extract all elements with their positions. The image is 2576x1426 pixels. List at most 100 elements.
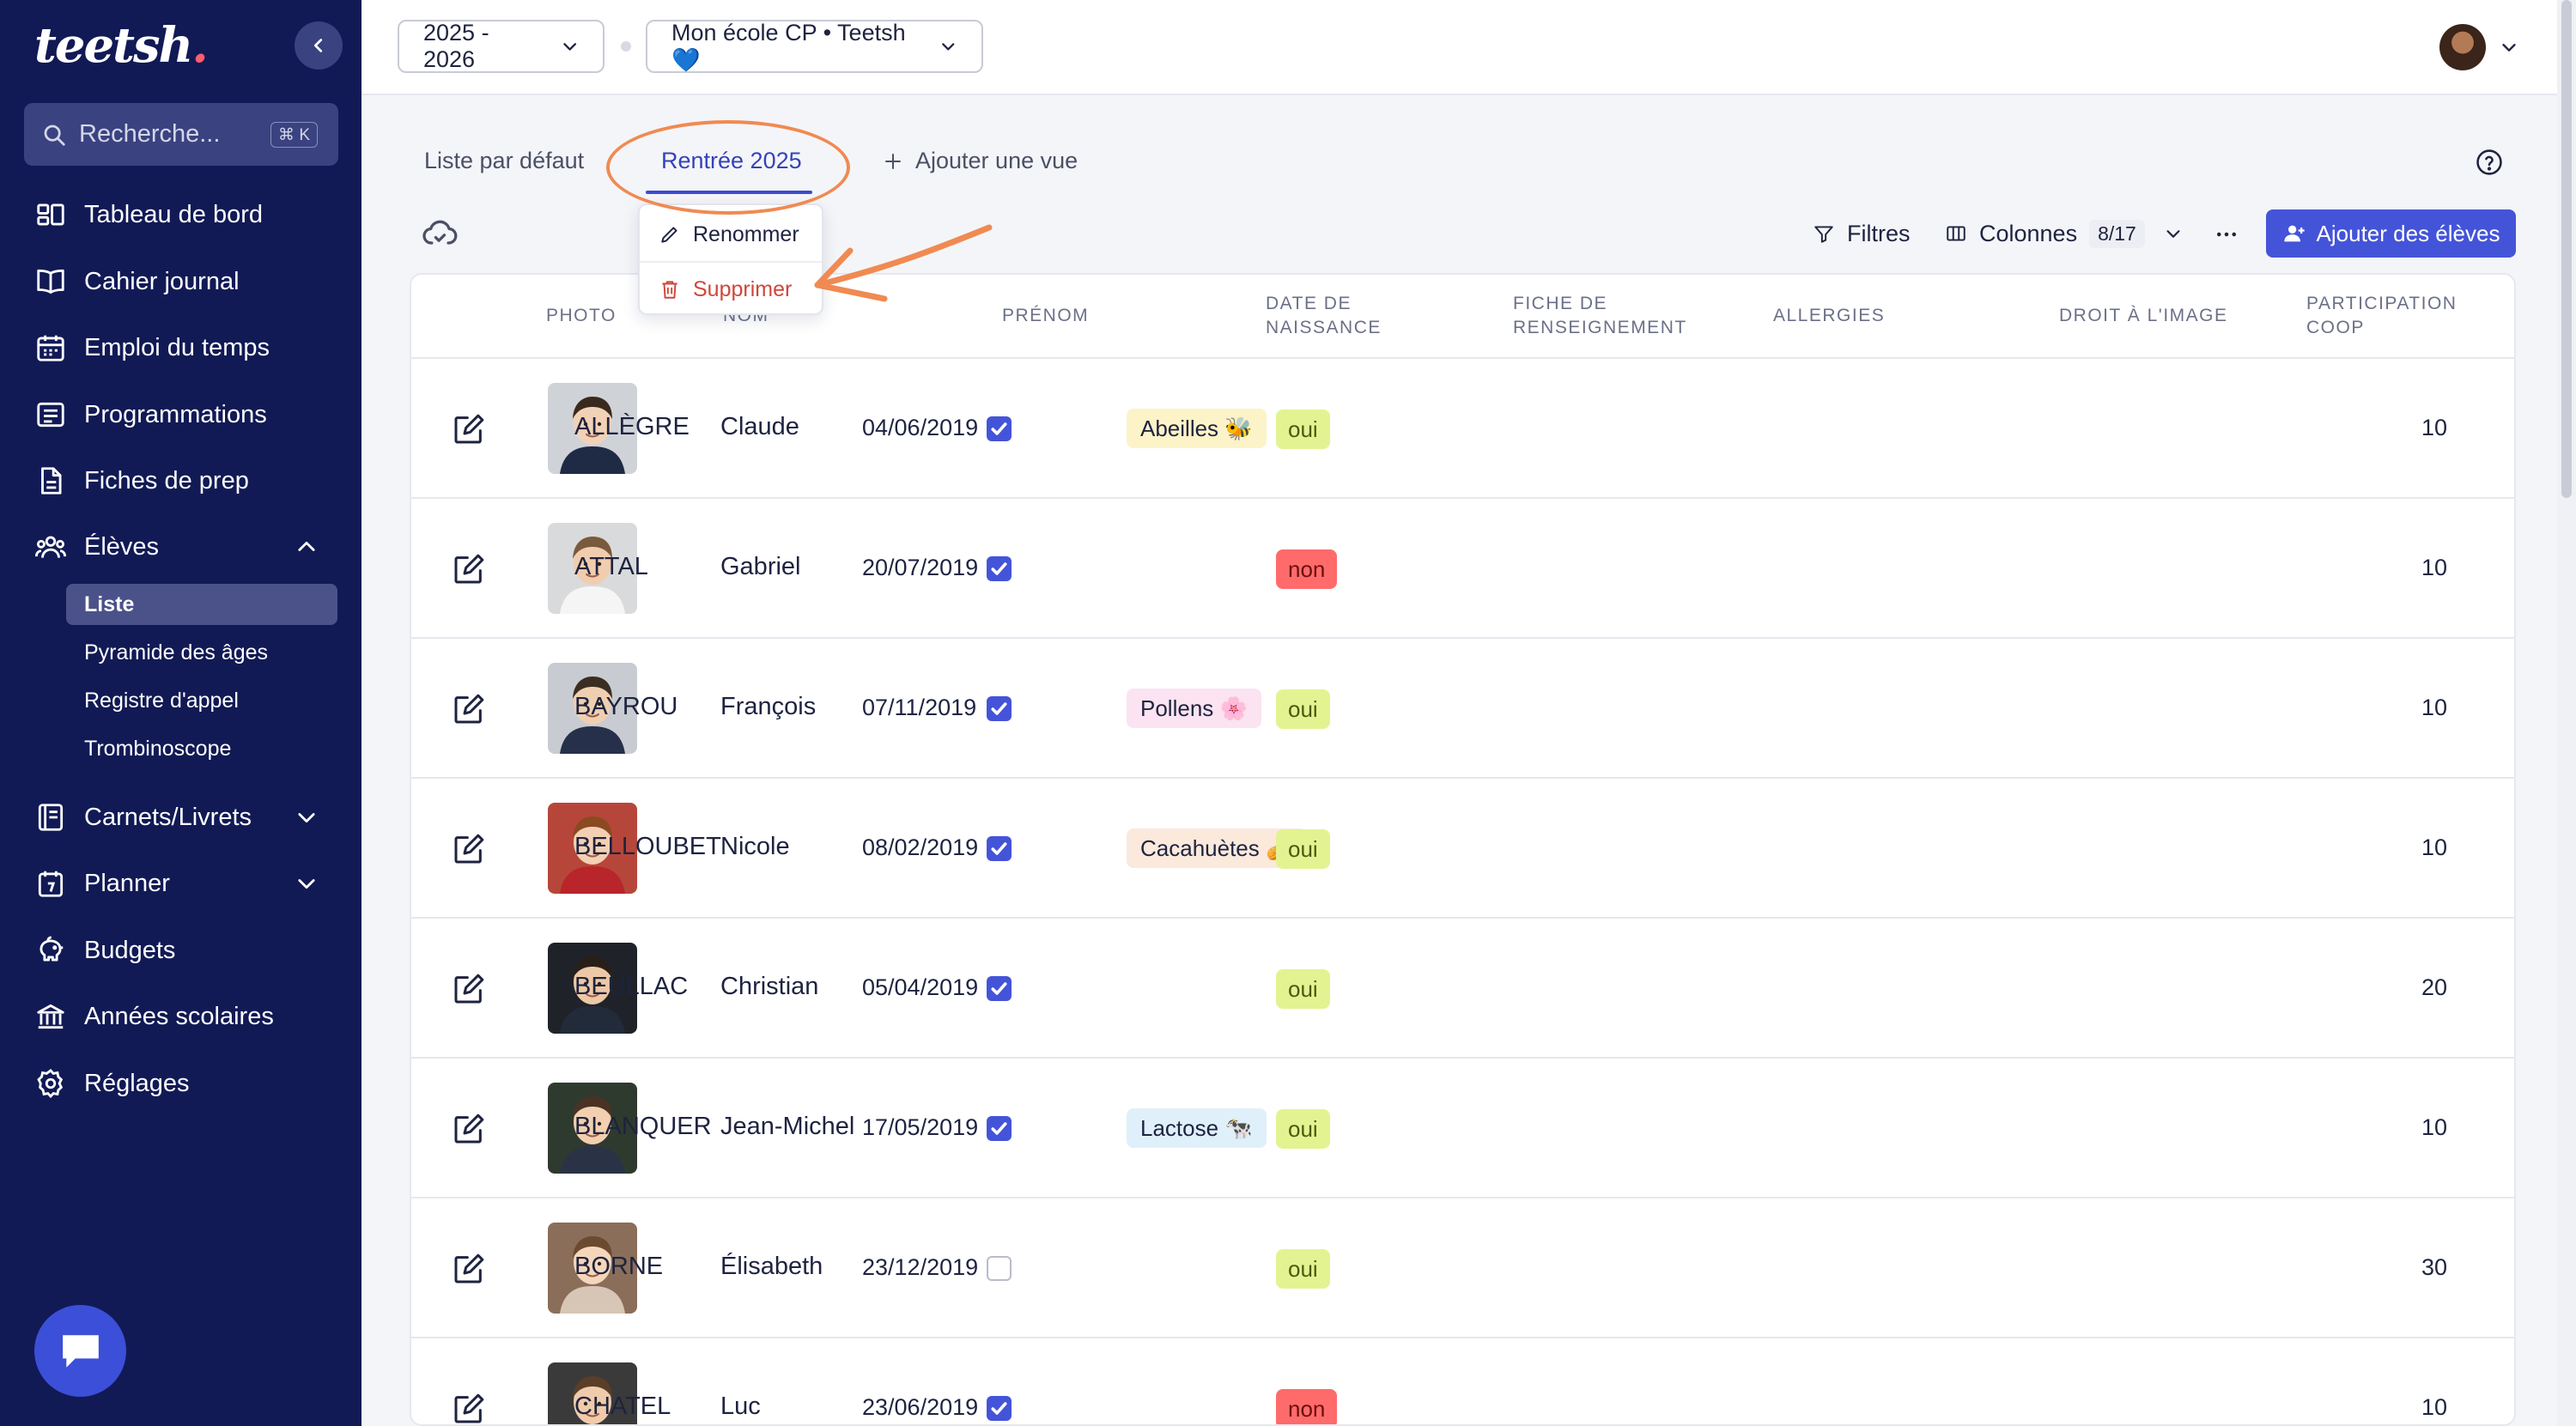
table-row[interactable]: ALLÈGRE Claude 04/06/2019 Abeilles 🐝 oui 10 — [411, 359, 2514, 499]
sidebar-subitem-registre[interactable]: Registre d'appel — [66, 680, 337, 721]
table-row[interactable]: BLANQUER Jean-Michel 17/05/2019 Lactose 🐄 ou… — [411, 1059, 2514, 1198]
student-birthdate: 08/02/2019 — [862, 834, 979, 860]
image-rights-badge: oui — [1276, 1109, 1330, 1149]
sidebar-item-label: Années scolaires — [84, 1002, 274, 1030]
info-sheet-checkbox[interactable] — [987, 1116, 1012, 1141]
chevron-down-icon[interactable] — [2500, 38, 2518, 57]
user-avatar[interactable] — [2439, 24, 2486, 70]
columns-label: Colonnes — [1979, 220, 2078, 246]
filters-button[interactable]: Filtres — [1813, 216, 1911, 251]
chat-support-button[interactable] — [34, 1305, 126, 1397]
edit-icon[interactable] — [452, 1392, 486, 1426]
sidebar-item-label: Élèves — [84, 532, 160, 561]
chevron-down-icon[interactable] — [295, 871, 319, 895]
teetsh-logo[interactable]: teetsh. — [34, 17, 209, 74]
info-sheet-checkbox[interactable] — [987, 836, 1012, 861]
sidebar-subitem-liste[interactable]: Liste — [66, 584, 337, 625]
sidebar-item-label: Tableau de bord — [84, 200, 263, 228]
columns-button[interactable]: Colonnes 8/17 — [1945, 216, 2183, 251]
search-input[interactable] — [79, 120, 251, 149]
column-header-firstname[interactable]: PRÉNOM — [1002, 304, 1089, 328]
table-row[interactable]: BORNE Élisabeth 23/12/2019 oui 30 — [411, 1198, 2514, 1338]
sidebar-item-label: Réglages — [84, 1069, 190, 1097]
student-birthdate: 20/07/2019 — [862, 555, 979, 580]
sidebar-item-programmations[interactable]: Programmations — [34, 389, 339, 440]
info-sheet-checkbox[interactable] — [987, 976, 1012, 1001]
info-sheet-checkbox[interactable] — [987, 416, 1012, 441]
page-scrollbar-thumb[interactable] — [2561, 0, 2572, 498]
sidebar-item-emploi-du-temps[interactable]: Emploi du temps — [34, 322, 339, 373]
sidebar-item-reglages[interactable]: Réglages — [34, 1058, 339, 1109]
edit-icon[interactable] — [452, 972, 486, 1006]
rename-view-item[interactable]: Renommer — [659, 217, 799, 252]
coop-participation: 10 — [2421, 1394, 2447, 1420]
table-row[interactable]: BAYROU François 07/11/2019 Pollens 🌸 oui 10 — [411, 639, 2514, 779]
columns-count-badge: 8/17 — [2089, 219, 2145, 248]
table-row[interactable]: BEULLAC Christian 05/04/2019 oui 20 — [411, 919, 2514, 1059]
column-header-image-rights[interactable]: DROIT À L'IMAGE — [2059, 304, 2228, 328]
edit-icon[interactable] — [452, 1112, 486, 1146]
info-sheet-checkbox[interactable] — [987, 696, 1012, 721]
user-plus-icon — [2283, 225, 2305, 242]
sidebar-item-cahier-journal[interactable]: Cahier journal — [34, 256, 339, 307]
tab-rentree-2025[interactable]: Rentrée 2025 — [661, 148, 802, 174]
users-icon — [34, 536, 67, 558]
edit-icon[interactable] — [452, 1252, 486, 1286]
chevron-down-icon — [942, 43, 955, 51]
search-box[interactable]: ⌘ K — [24, 103, 338, 166]
school-icon — [37, 1004, 64, 1029]
sidebar-item-carnets[interactable]: Carnets/Livrets — [34, 792, 339, 843]
tab-liste-par-defaut[interactable]: Liste par défaut — [424, 148, 584, 174]
edit-icon[interactable] — [452, 692, 486, 726]
sidebar-item-fiches-de-prep[interactable]: Fiches de prep — [34, 455, 339, 507]
more-options-icon[interactable] — [2214, 221, 2239, 247]
cloud-sync-icon[interactable] — [421, 215, 459, 252]
help-icon[interactable] — [2475, 148, 2504, 177]
chevron-down-icon[interactable] — [295, 805, 319, 829]
active-tab-indicator — [646, 191, 812, 194]
header-line: RENSEIGNEMENT — [1513, 318, 1687, 337]
sidebar-subitem-trombinoscope[interactable]: Trombinoscope — [66, 728, 337, 769]
info-sheet-checkbox[interactable] — [987, 1256, 1012, 1281]
table-row[interactable]: BELLOUBET Nicole 08/02/2019 Cacahuètes 🥜 oui… — [411, 779, 2514, 919]
image-rights-badge: non — [1276, 1389, 1338, 1424]
add-students-button[interactable]: Ajouter des élèves — [2266, 209, 2516, 258]
planner-icon — [38, 871, 64, 897]
piggy-bank-icon — [39, 936, 64, 962]
delete-label: Supprimer — [693, 276, 793, 301]
column-header-allergies[interactable]: ALLERGIES — [1773, 304, 1885, 328]
edit-icon[interactable] — [452, 832, 486, 866]
coop-participation: 20 — [2421, 974, 2447, 1000]
sidebar-item-dashboard[interactable]: Tableau de bord — [34, 189, 339, 240]
school-year-select[interactable]: 2025 - 2026 — [398, 20, 605, 73]
delete-view-item[interactable]: Supprimer — [659, 272, 792, 306]
column-header-photo[interactable]: PHOTO — [546, 304, 617, 328]
info-sheet-checkbox[interactable] — [987, 1396, 1012, 1421]
info-sheet-checkbox[interactable] — [987, 556, 1012, 581]
table-row[interactable]: ATTAL Gabriel 20/07/2019 non 10 — [411, 499, 2514, 639]
chevron-down-icon — [562, 43, 576, 51]
class-select[interactable]: Mon école CP • Teetsh 💙 — [646, 20, 983, 73]
chevron-down-icon — [2166, 230, 2180, 238]
student-lastname: BORNE — [574, 1253, 664, 1280]
column-header-info-sheet[interactable]: FICHE DE RENSEIGNEMENT — [1513, 292, 1687, 340]
column-header-birthdate[interactable]: DATE DE NAISSANCE — [1266, 292, 1382, 340]
image-rights-badge: non — [1276, 549, 1338, 589]
table-row[interactable]: CHATEL Luc 23/06/2019 non 10 — [411, 1338, 2514, 1426]
document-icon — [41, 467, 62, 495]
separator-dot — [621, 41, 631, 52]
sidebar-item-eleves[interactable]: Élèves — [34, 521, 339, 573]
sidebar-item-planner[interactable]: Planner — [34, 858, 339, 909]
chevron-up-icon[interactable] — [295, 535, 319, 559]
edit-icon[interactable] — [452, 412, 486, 446]
add-view-button[interactable]: Ajouter une vue — [883, 148, 1078, 174]
check-icon — [991, 422, 1007, 435]
column-header-coop[interactable]: PARTICIPATION COOP — [2306, 292, 2457, 340]
sidebar-item-annees-scolaires[interactable]: Années scolaires — [34, 991, 339, 1042]
image-rights-badge: oui — [1276, 829, 1330, 869]
sidebar-item-budgets[interactable]: Budgets — [34, 925, 339, 976]
sidebar-subitem-pyramide[interactable]: Pyramide des âges — [66, 632, 337, 673]
collapse-sidebar-button[interactable] — [295, 21, 343, 70]
edit-icon[interactable] — [452, 552, 486, 586]
plus-icon — [885, 153, 901, 169]
